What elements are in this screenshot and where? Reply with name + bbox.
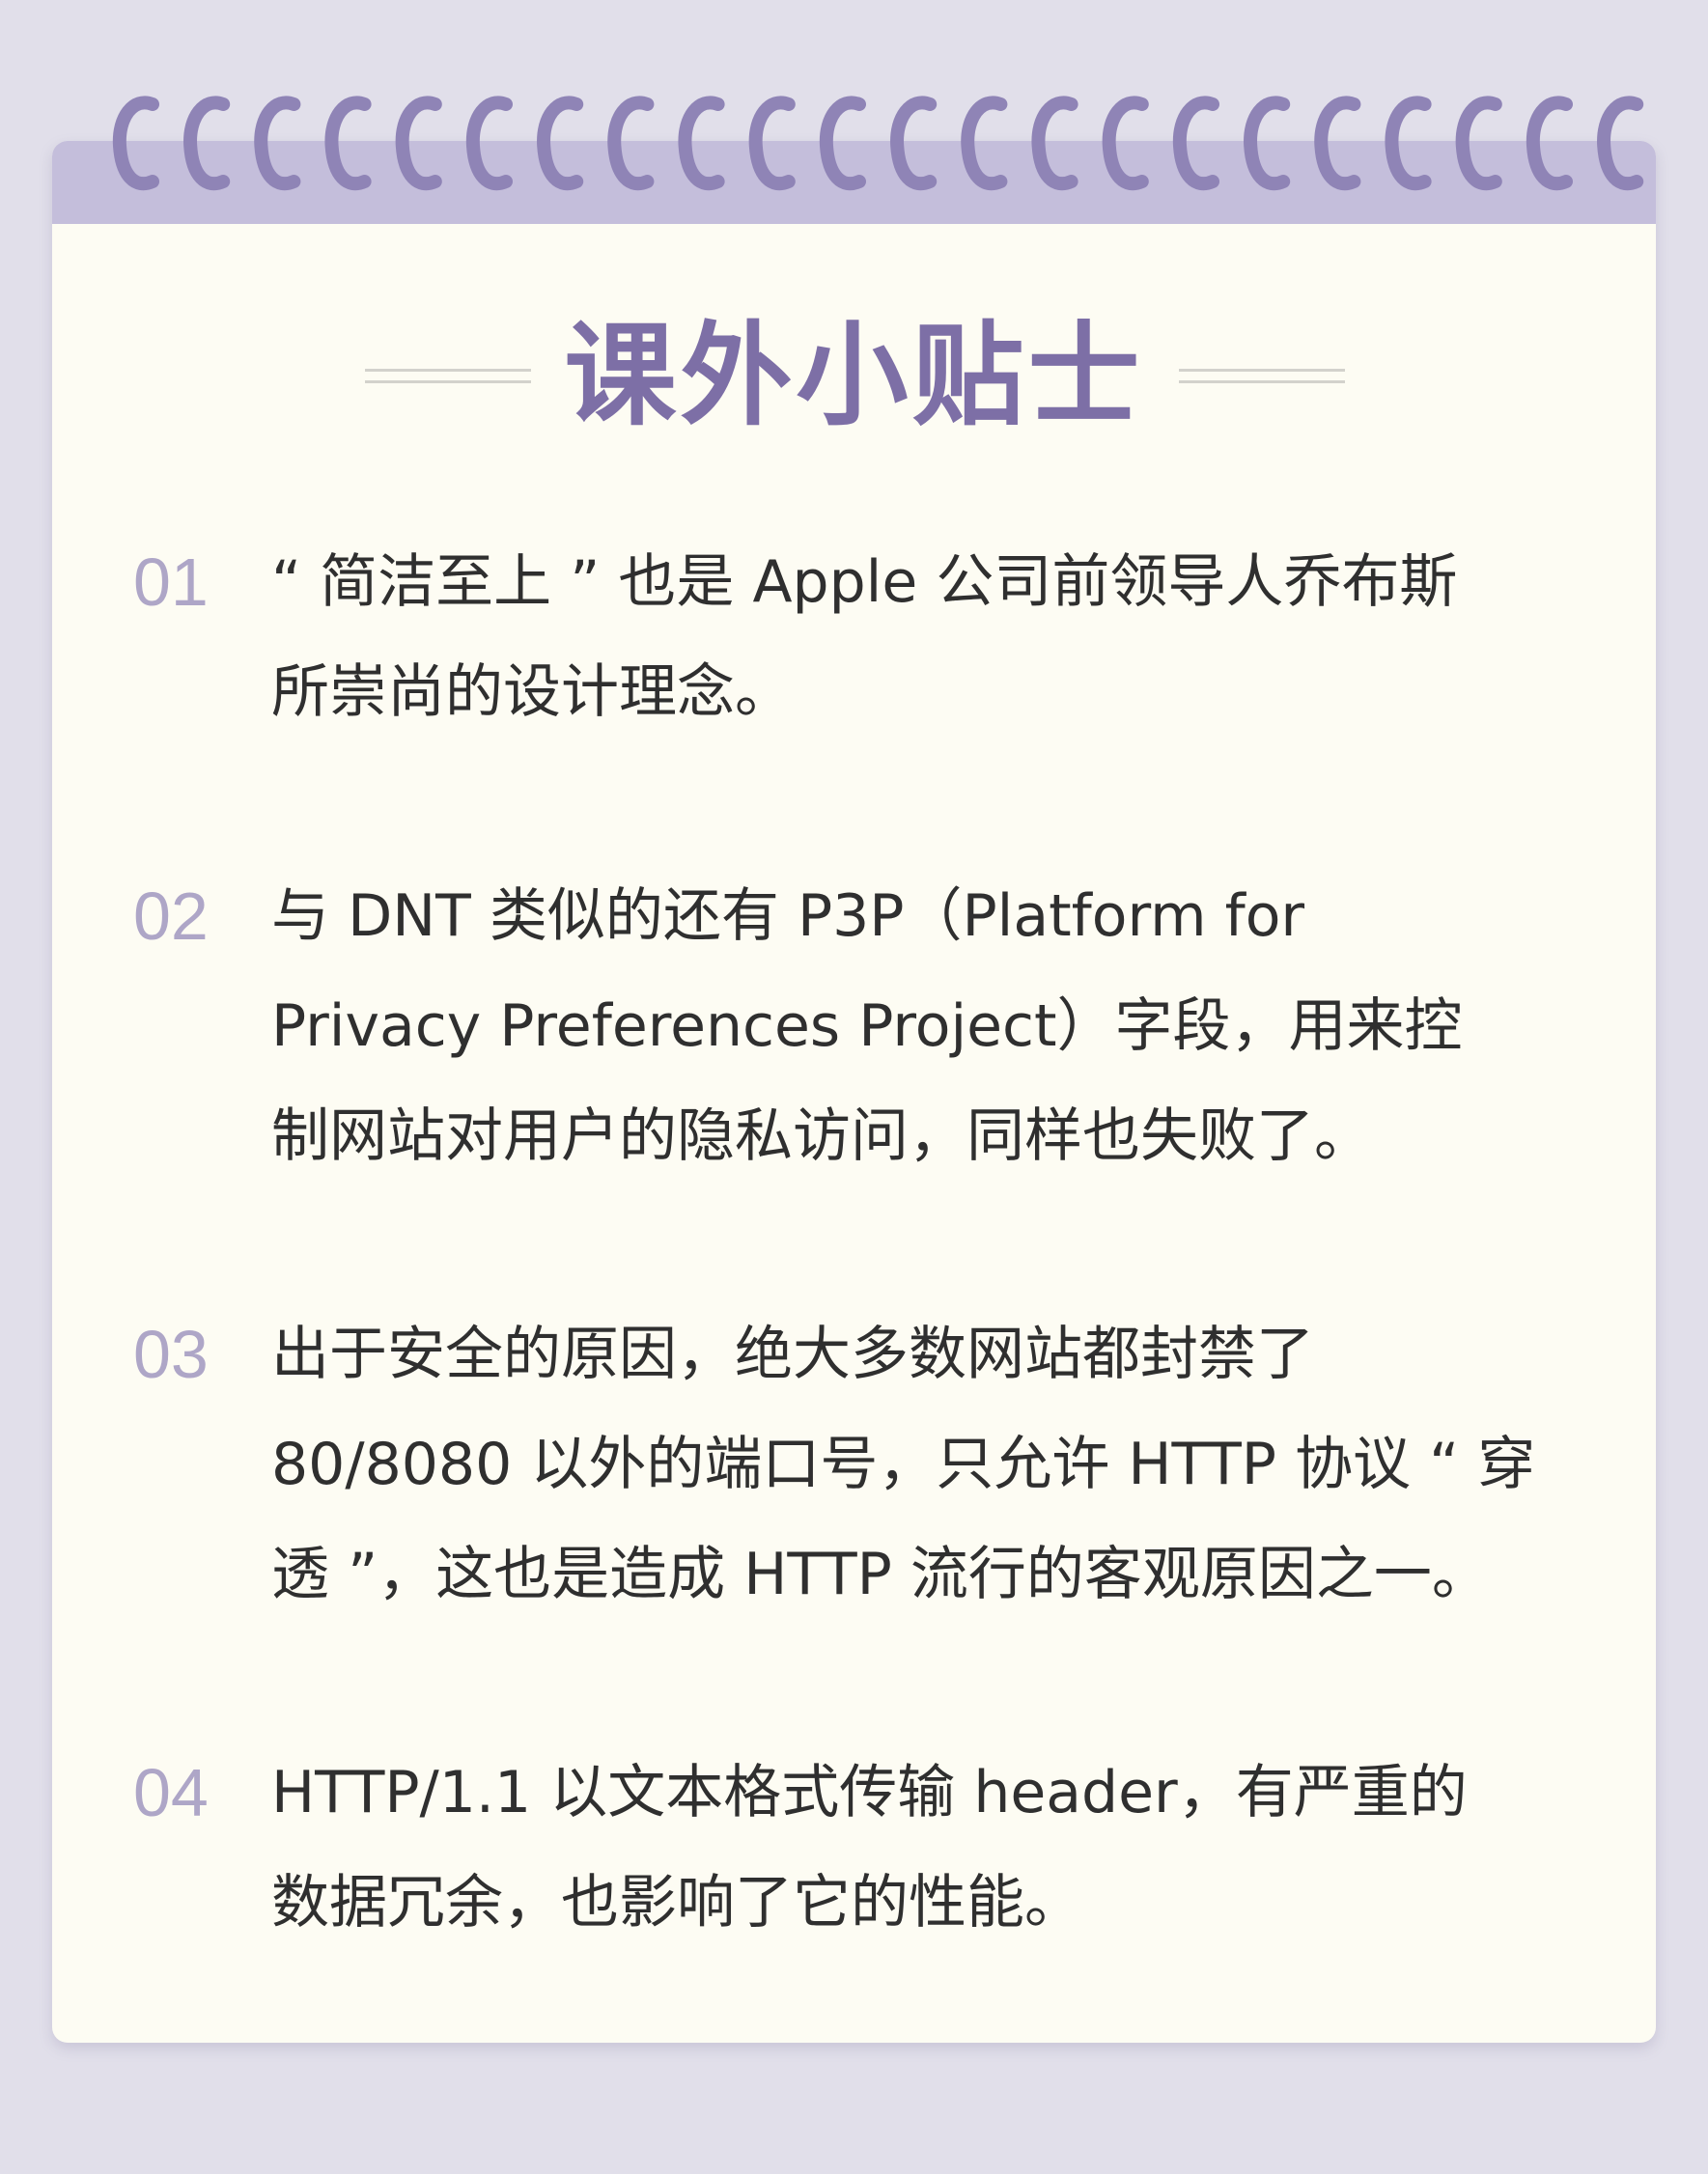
binding-ring bbox=[1385, 96, 1432, 191]
binding-ring bbox=[961, 96, 1008, 191]
binding-ring bbox=[819, 96, 866, 191]
binding-ring bbox=[1597, 96, 1644, 191]
spiral-binding-rings bbox=[112, 96, 1644, 191]
binding-ring bbox=[1314, 96, 1361, 191]
tip-number: 02 bbox=[133, 878, 209, 954]
tip-number: 01 bbox=[133, 544, 209, 620]
binding-ring bbox=[254, 96, 301, 191]
binding-ring bbox=[1102, 96, 1149, 191]
binding-ring bbox=[1172, 96, 1219, 191]
tip-line: 制网站对用户的隐私访问，同样也失败了。 bbox=[271, 1102, 1372, 1170]
binding-ring bbox=[537, 96, 584, 191]
tip-text: 出于安全的原因，绝大多数网站都封禁了 80/8080 以外的端口号，只允许 HT… bbox=[271, 1299, 1708, 1630]
tip-line: Privacy Preferences Project）字段，用来控 bbox=[271, 992, 1463, 1060]
tip-line: HTTP/1.1 以文本格式传输 header，有严重的 bbox=[271, 1759, 1468, 1826]
tip-text: 与 DNT 类似的还有 P3P（Platform for Privacy Pre… bbox=[271, 861, 1708, 1191]
tip-number: 03 bbox=[133, 1317, 209, 1392]
tip-number: 04 bbox=[133, 1755, 209, 1830]
binding-ring bbox=[1244, 96, 1291, 191]
binding-ring bbox=[112, 96, 159, 191]
tip-text: “ 简洁至上 ” 也是 Apple 公司前领导人乔布斯 所崇尚的设计理念。 bbox=[271, 527, 1708, 747]
tip-line: 所崇尚的设计理念。 bbox=[271, 658, 793, 726]
binding-ring bbox=[1031, 96, 1078, 191]
binding-ring bbox=[1526, 96, 1573, 191]
tip-line: 80/8080 以外的端口号，只允许 HTTP 协议 “ 穿 bbox=[271, 1431, 1536, 1498]
tip-line: “ 简洁至上 ” 也是 Apple 公司前领导人乔布斯 bbox=[271, 548, 1458, 616]
binding-ring bbox=[183, 96, 231, 191]
tip-line: 出于安全的原因，绝大多数网站都封禁了 bbox=[271, 1321, 1314, 1388]
binding-ring bbox=[465, 96, 513, 191]
tip-line: 与 DNT 类似的还有 P3P（Platform for bbox=[271, 882, 1305, 950]
binding-ring bbox=[890, 96, 938, 191]
page-title: 课外小贴士 bbox=[564, 311, 1144, 441]
tip-text: HTTP/1.1 以文本格式传输 header，有严重的 数据冗余，也影响了它的… bbox=[271, 1738, 1708, 1958]
tip-line: 透 ”，这也是造成 HTTP 流行的客观原因之一。 bbox=[271, 1541, 1490, 1608]
title-row: 课外小贴士 bbox=[52, 309, 1656, 444]
binding-ring bbox=[324, 96, 372, 191]
binding-ring bbox=[607, 96, 655, 191]
binding-ring bbox=[678, 96, 725, 191]
binding-ring bbox=[1455, 96, 1502, 191]
title-decoration-right bbox=[1179, 367, 1345, 384]
binding-ring bbox=[395, 96, 442, 191]
binding-ring bbox=[748, 96, 796, 191]
tip-line: 数据冗余，也影响了它的性能。 bbox=[271, 1869, 1082, 1937]
